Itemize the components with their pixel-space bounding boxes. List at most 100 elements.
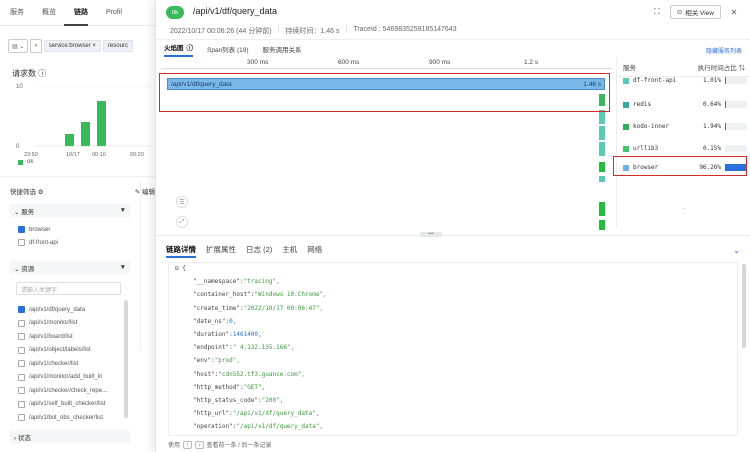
highlight-box xyxy=(159,73,610,112)
search-icon[interactable]: ⌕ xyxy=(30,39,42,53)
child-span-bar[interactable] xyxy=(599,176,605,182)
child-span-bar[interactable] xyxy=(599,126,605,140)
child-span-bar[interactable] xyxy=(599,220,605,230)
child-span-bar[interactable] xyxy=(599,162,605,172)
resource-label: /api/v1/monitor/add_built_in xyxy=(29,374,103,380)
resource-label: /api/v1/self_built_checker/list xyxy=(29,401,106,407)
tab-service-map[interactable]: 服务调用关系 xyxy=(263,44,302,57)
child-span-bar[interactable] xyxy=(599,202,605,216)
ruler-tick: 600 ms xyxy=(338,59,360,66)
top-nav: 服务 概览 链路 Profil xyxy=(0,0,160,26)
tab-network[interactable]: 网络 xyxy=(307,244,322,258)
hide-service-list-link[interactable]: 隐藏服务列表 xyxy=(706,46,742,55)
checkbox[interactable] xyxy=(18,333,25,340)
checkbox[interactable] xyxy=(18,414,25,421)
filter-icon[interactable]: ▼ xyxy=(120,264,126,271)
service-section[interactable]: ⌄ 服务 ▼ xyxy=(10,204,130,217)
service-swatch xyxy=(623,101,629,108)
json-viewer: ⊟ {"__namespace":"tracing", "container_ho… xyxy=(168,262,738,436)
nav-tab-profile[interactable]: Profil xyxy=(96,0,122,26)
nav-tab-trace[interactable]: 链路 xyxy=(64,0,88,26)
tab-span-list[interactable]: Span列表 (19) xyxy=(207,44,249,57)
resize-handle[interactable]: ••• xyxy=(420,232,442,237)
service-name: df-front-api xyxy=(633,77,677,84)
nav-tab-overview[interactable]: 概览 xyxy=(32,0,56,26)
child-span-bar[interactable] xyxy=(599,110,605,124)
resource-option[interactable]: /api/v1/monitor/list xyxy=(18,319,78,327)
service-row[interactable]: kodo-inner 1.94% xyxy=(617,120,750,133)
tab-host[interactable]: 主机 xyxy=(282,244,297,258)
collapse-icon[interactable]: ⌄ xyxy=(733,246,740,255)
resource-section[interactable]: ⌄ 资源 ▼ xyxy=(10,261,130,274)
child-span-bar[interactable] xyxy=(599,142,605,156)
fullscreen-icon[interactable]: ⛶ xyxy=(650,5,664,19)
tab-flamegraph[interactable]: 火焰图 ⓘ xyxy=(164,42,193,57)
json-line: "date_ns":0, xyxy=(193,317,237,325)
resource-option[interactable]: /api/v1/df/query_data xyxy=(18,306,85,313)
checkbox[interactable] xyxy=(18,319,25,327)
layout-icon[interactable]: ▤ ⌄ xyxy=(8,39,29,53)
time-ruler: 300 ms 600 ms 900 ms 1.2 s xyxy=(161,58,611,69)
chart-title: 请求数 ⓘ xyxy=(12,69,47,78)
json-line: "container_host":"Windows 10:Chrome", xyxy=(193,291,327,299)
requests-chart: 10 0 23:50 10/17 00:10 00:20 xyxy=(16,84,152,158)
x-tick-label: 00:10 xyxy=(92,152,106,158)
json-line: "http_method":"GET", xyxy=(193,383,266,391)
service-row[interactable]: urllib3 0.15% xyxy=(617,142,750,155)
related-view-button[interactable]: ⊙ 相关 View xyxy=(669,5,721,19)
resource-option[interactable]: /api/v1/board/list xyxy=(18,333,73,340)
close-icon[interactable]: ✕ xyxy=(727,5,741,19)
checkbox[interactable] xyxy=(18,346,25,354)
checkbox[interactable] xyxy=(18,360,25,367)
highlight-box xyxy=(613,156,747,176)
json-line: "host":"cdn552.tf3.guance.com", xyxy=(193,370,305,378)
resource-label: /api/v1/monitor/list xyxy=(29,320,78,326)
resource-option[interactable]: /api/v1/checker/list xyxy=(18,360,78,367)
tab-trace-detail[interactable]: 链路详情 xyxy=(166,244,196,258)
scrollbar[interactable] xyxy=(124,300,128,418)
y-tick-label: 10 xyxy=(16,84,23,90)
service-swatch xyxy=(623,123,629,130)
resource-option[interactable]: /api/v1/checker/check_repe... xyxy=(18,387,107,394)
filter-chip[interactable]: resourc xyxy=(102,40,133,52)
resource-label: /api/v1/board/list xyxy=(29,333,73,340)
x-tick-label: 23:50 xyxy=(24,152,38,158)
status-section[interactable]: › 状态 xyxy=(10,430,130,443)
service-row[interactable]: df-front-api 1.01% xyxy=(617,74,750,87)
x-tick-label: 00:20 xyxy=(130,152,144,158)
ruler-tick: 300 ms xyxy=(247,59,269,66)
checkbox[interactable] xyxy=(18,373,25,381)
checkbox[interactable] xyxy=(18,387,25,394)
tab-logs[interactable]: 日志 (2) xyxy=(246,244,272,258)
service-option[interactable]: df-front-api xyxy=(18,239,58,246)
resource-search-input[interactable]: 请输入关键字 xyxy=(16,282,121,295)
checkbox[interactable] xyxy=(18,306,25,313)
chart-bar xyxy=(65,134,74,146)
quick-filter-header: 快捷筛选 ⚙ ✎ 编辑 xyxy=(10,186,155,196)
json-line: ⊟ { xyxy=(175,265,186,272)
resource-option[interactable]: /api/v1/object/labels/list xyxy=(18,346,91,354)
trace-detail-drawer: ok /api/v1/df/query_data 2022/10/17 00:0… xyxy=(155,0,750,452)
nav-tab-service[interactable]: 服务 xyxy=(0,0,24,26)
service-percent: 1.01% xyxy=(702,77,721,84)
resource-option[interactable]: /api/v1/monitor/add_built_in xyxy=(18,373,103,381)
resource-option[interactable]: /api/v1/bot_obs_checker/list xyxy=(18,414,103,421)
ruler-tick: 900 ms xyxy=(429,59,451,66)
tab-extended[interactable]: 扩展属性 xyxy=(206,244,236,258)
chart-bar xyxy=(97,101,106,146)
service-option[interactable]: browser xyxy=(18,226,50,233)
scrollbar[interactable] xyxy=(742,264,746,348)
resource-option[interactable]: /api/v1/self_built_checker/list xyxy=(18,400,106,408)
json-line: "operation":"/api/v1/df/query_data", xyxy=(193,423,324,431)
flame-graph: /api/v1/df/query_data 1.46 s ☰ ⤢ xyxy=(159,70,611,230)
app-root: 服务 概览 链路 Profil ▤ ⌄ ⌕ service:browser × … xyxy=(0,0,750,452)
resource-label: /api/v1/bot_obs_checker/list xyxy=(29,414,104,421)
service-row[interactable]: redis 0.64% xyxy=(617,98,750,111)
fit-icon[interactable]: ⤢ xyxy=(176,216,188,228)
list-icon[interactable]: ☰ xyxy=(176,196,188,208)
filter-icon[interactable]: ▼ xyxy=(120,207,126,214)
filter-chip[interactable]: service:browser × xyxy=(43,40,101,52)
checkbox[interactable] xyxy=(18,400,25,408)
chart-bar xyxy=(81,122,90,146)
json-line: "endpoint":" 4.132.135.166", xyxy=(193,344,295,352)
